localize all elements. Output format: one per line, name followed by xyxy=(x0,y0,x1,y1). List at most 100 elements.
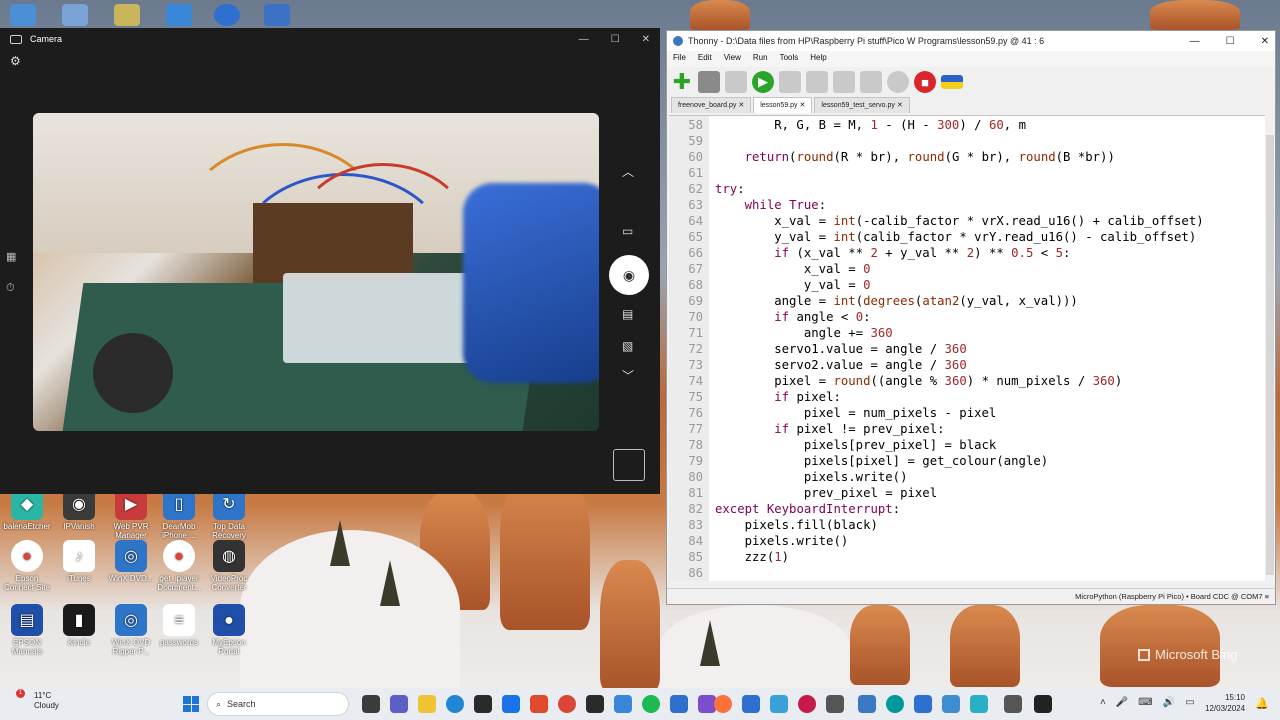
desktop-icon[interactable]: ◆ balenaEtcher xyxy=(0,488,54,531)
thonny-window[interactable]: Thonny - D:\Data files from HP\Raspberry… xyxy=(666,30,1276,605)
menu-tools[interactable]: Tools xyxy=(780,53,799,65)
tab-lesson59[interactable]: lesson59.py ✕ xyxy=(753,97,813,113)
code-line[interactable]: 74 pixel = round((angle % 360) * num_pix… xyxy=(669,373,1265,389)
capture-photo-button[interactable]: ◉ xyxy=(609,255,649,295)
code-line[interactable]: 75 if pixel: xyxy=(669,389,1265,405)
code-text[interactable]: prev_pixel = pixel xyxy=(703,485,937,501)
code-line[interactable]: 62 try: xyxy=(669,181,1265,197)
resume-icon[interactable] xyxy=(887,71,909,93)
code-line[interactable]: 83 pixels.fill(black) xyxy=(669,517,1265,533)
start-button[interactable] xyxy=(183,696,199,712)
app-icon-16[interactable] xyxy=(770,695,788,713)
code-text[interactable]: except KeyboardInterrupt: xyxy=(703,501,900,517)
interpreter-status[interactable]: MicroPython (Raspberry Pi Pico) • Board … xyxy=(1075,592,1269,601)
status-bar[interactable]: MicroPython (Raspberry Pi Pico) • Board … xyxy=(667,588,1275,604)
code-text[interactable]: pixels[pixel] = get_colour(angle) xyxy=(703,453,1048,469)
store-icon[interactable] xyxy=(474,695,492,713)
code-line[interactable]: 73 servo2.value = angle / 360 xyxy=(669,357,1265,373)
desktop-icon[interactable]: ▯ DearMob iPhone ... xyxy=(152,488,206,540)
run-icon[interactable]: ▶ xyxy=(752,71,774,93)
code-line[interactable]: 79 pixels[pixel] = get_colour(angle) xyxy=(669,453,1265,469)
video-mode-icon[interactable]: ▭ xyxy=(622,224,633,238)
code-text[interactable]: if (x_val ** 2 + y_val ** 2) ** 0.5 < 5: xyxy=(703,245,1070,261)
desktop-icon[interactable]: ▮ Kindle xyxy=(52,604,106,647)
code-text[interactable] xyxy=(703,165,715,181)
weather-widget[interactable]: 1 11°C Cloudy xyxy=(16,689,59,711)
task-view-icon[interactable] xyxy=(362,695,380,713)
app-icon-18[interactable] xyxy=(826,695,844,713)
code-text[interactable]: if pixel: xyxy=(703,389,841,405)
notification-bell-icon[interactable]: 🔔 xyxy=(1255,697,1269,710)
code-line[interactable]: 71 angle += 360 xyxy=(669,325,1265,341)
close-button[interactable]: ✕ xyxy=(642,34,650,45)
terminal-icon[interactable] xyxy=(586,695,604,713)
code-line[interactable]: 78 pixels[prev_pixel] = black xyxy=(669,437,1265,453)
desktop-icon[interactable]: ◎ WinX DVD... xyxy=(104,540,158,583)
app-icon-21[interactable] xyxy=(914,695,932,713)
search-box[interactable]: ⌕ Search xyxy=(207,692,349,716)
code-line[interactable]: 58 R, G, B = M, 1 - (H - 300) / 60, m xyxy=(669,117,1265,133)
camera-window[interactable]: Camera — ☐ ✕ ⚙ ▦ ⏱ ︿ ▭ ◉ ▤ ▧ ﹀ xyxy=(0,28,660,494)
code-text[interactable]: y_val = 0 xyxy=(703,277,871,293)
file-explorer-icon[interactable] xyxy=(418,695,436,713)
clock[interactable]: 15:10 12/03/2024 xyxy=(1205,692,1245,714)
menu-help[interactable]: Help xyxy=(810,53,826,65)
chevron-up-icon[interactable]: ︿ xyxy=(622,163,634,180)
edge-icon[interactable] xyxy=(446,695,464,713)
save-file-icon[interactable] xyxy=(725,71,747,93)
code-line[interactable]: 59 xyxy=(669,133,1265,149)
firefox-icon[interactable] xyxy=(714,695,732,713)
code-line[interactable]: 82 except KeyboardInterrupt: xyxy=(669,501,1265,517)
code-text[interactable]: zzz(1) xyxy=(703,549,789,565)
menu-edit[interactable]: Edit xyxy=(698,53,712,65)
code-text[interactable]: pixels.write() xyxy=(703,533,849,549)
thonny-taskbar-icon[interactable] xyxy=(858,695,876,713)
maximize-button[interactable]: ☐ xyxy=(611,34,620,45)
mail-icon[interactable] xyxy=(502,695,520,713)
chevron-up-icon[interactable]: ˄ xyxy=(1100,697,1106,708)
close-button[interactable]: ✕ xyxy=(1261,36,1269,47)
hdr-off-icon[interactable]: ▦ xyxy=(6,250,16,263)
code-text[interactable]: pixels.fill(black) xyxy=(703,517,878,533)
code-line[interactable]: 77 if pixel != prev_pixel: xyxy=(669,421,1265,437)
code-line[interactable]: 60 return(round(R * br), round(G * br), … xyxy=(669,149,1265,165)
volume-icon[interactable]: 🔊 xyxy=(1163,697,1175,708)
desktop-icon[interactable]: ▤ EPSON Manuals xyxy=(0,604,54,656)
code-line[interactable]: 63 while True: xyxy=(669,197,1265,213)
code-text[interactable]: return(round(R * br), round(G * br), rou… xyxy=(703,149,1115,165)
desktop-icon[interactable]: ◉ IPVanish xyxy=(52,488,106,531)
timer-off-icon[interactable]: ⏱ xyxy=(6,282,15,295)
chevron-down-icon[interactable]: ﹀ xyxy=(622,367,634,384)
code-line[interactable]: 66 if (x_val ** 2 + y_val ** 2) ** 0.5 <… xyxy=(669,245,1265,261)
desktop-icon[interactable]: ● MyEpson Portal xyxy=(202,604,256,656)
network-icon[interactable]: ⌨ xyxy=(1138,697,1152,708)
code-text[interactable]: pixels[prev_pixel] = black xyxy=(703,437,997,453)
desktop-icon[interactable]: ▶ Web PVR Manager xyxy=(104,488,158,540)
desktop-icon[interactable]: ◍ VideoProc Converter xyxy=(202,540,256,592)
code-area[interactable]: 58 R, G, B = M, 1 - (H - 300) / 60, m 59 6… xyxy=(669,116,1265,581)
app-icon-15[interactable] xyxy=(742,695,760,713)
app-icon-10[interactable] xyxy=(614,695,632,713)
step-into-icon[interactable] xyxy=(833,71,855,93)
tab-lesson59-test-servo[interactable]: lesson59_test_servo.py ✕ xyxy=(814,97,910,113)
stop-icon[interactable]: ■ xyxy=(914,71,936,93)
debug-icon[interactable] xyxy=(779,71,801,93)
code-line[interactable]: 70 if angle < 0: xyxy=(669,309,1265,325)
document-mode-icon[interactable]: ▤ xyxy=(622,307,633,321)
code-text[interactable]: pixel = round((angle % 360) * num_pixels… xyxy=(703,373,1122,389)
code-line[interactable]: 68 y_val = 0 xyxy=(669,277,1265,293)
tab-freenove-board[interactable]: freenove_board.py ✕ xyxy=(671,97,752,113)
code-line[interactable]: 67 x_val = 0 xyxy=(669,261,1265,277)
code-text[interactable] xyxy=(703,565,715,581)
code-text[interactable]: pixel = num_pixels - pixel xyxy=(703,405,997,421)
desktop-top-icon-4[interactable] xyxy=(166,4,192,26)
app-icon-22[interactable] xyxy=(942,695,960,713)
spotify-icon[interactable] xyxy=(642,695,660,713)
menu-view[interactable]: View xyxy=(724,53,741,65)
minimize-button[interactable]: — xyxy=(579,34,589,45)
app-icon-12[interactable] xyxy=(670,695,688,713)
scrollbar-thumb[interactable] xyxy=(1266,135,1274,575)
desktop-top-icon-1[interactable] xyxy=(10,4,36,26)
code-line[interactable]: 80 pixels.write() xyxy=(669,469,1265,485)
thonny-titlebar[interactable]: Thonny - D:\Data files from HP\Raspberry… xyxy=(667,31,1275,51)
